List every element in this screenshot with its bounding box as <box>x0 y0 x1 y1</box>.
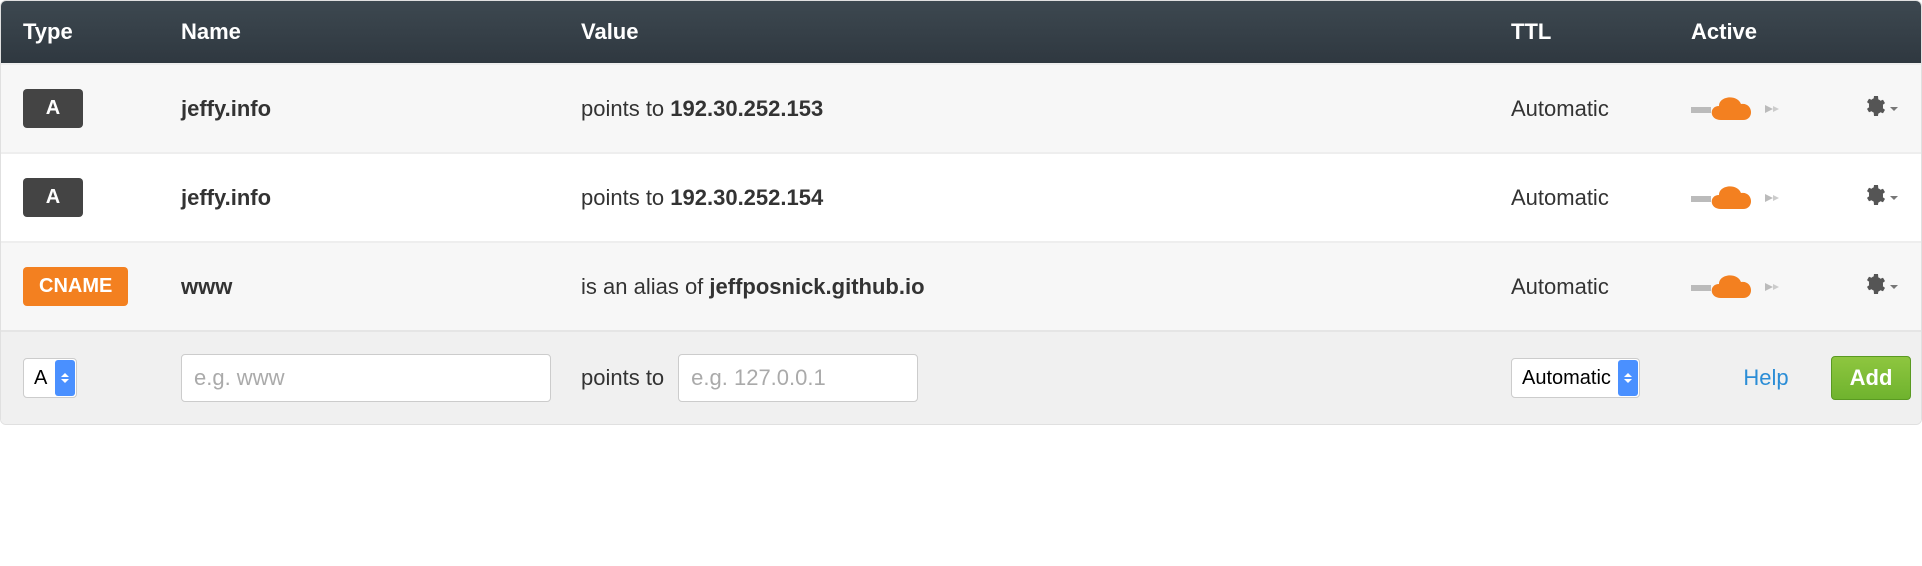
record-type-badge: A <box>23 89 83 128</box>
record-value[interactable]: points to 192.30.252.153 <box>581 96 1511 122</box>
table-row: A jeffy.info points to 192.30.252.153 Au… <box>1 63 1921 152</box>
gear-icon <box>1862 272 1886 302</box>
dropdown-arrows-icon <box>1618 360 1638 396</box>
record-name[interactable]: jeffy.info <box>181 185 581 211</box>
value-prefix-label: points to <box>581 365 664 391</box>
record-name-input[interactable] <box>181 354 551 402</box>
record-type-badge: A <box>23 178 83 217</box>
chevron-down-icon <box>1888 192 1900 204</box>
add-button[interactable]: Add <box>1831 356 1912 400</box>
cloudflare-proxy-icon[interactable] <box>1691 181 1841 215</box>
gear-icon <box>1862 94 1886 124</box>
record-settings-button[interactable] <box>1862 183 1900 213</box>
col-header-ttl: TTL <box>1511 19 1691 45</box>
record-ttl[interactable]: Automatic <box>1511 185 1691 211</box>
value-prefix: is an alias of <box>581 274 709 299</box>
record-name[interactable]: jeffy.info <box>181 96 581 122</box>
help-link[interactable]: Help <box>1743 365 1788 391</box>
cloudflare-proxy-icon[interactable] <box>1691 92 1841 126</box>
value-prefix: points to <box>581 96 670 121</box>
col-header-active: Active <box>1691 19 1841 45</box>
cloudflare-proxy-icon[interactable] <box>1691 270 1841 304</box>
table-row: CNAME www is an alias of jeffposnick.git… <box>1 241 1921 330</box>
add-record-row: A points to Automatic Help Add <box>1 330 1921 424</box>
dropdown-arrows-icon <box>55 360 75 396</box>
dns-records-table: Type Name Value TTL Active A jeffy.info … <box>0 0 1922 425</box>
chevron-down-icon <box>1888 103 1900 115</box>
record-value-input[interactable] <box>678 354 918 402</box>
value-target: jeffposnick.github.io <box>709 274 924 299</box>
gear-icon <box>1862 183 1886 213</box>
col-header-name: Name <box>181 19 581 45</box>
record-settings-button[interactable] <box>1862 272 1900 302</box>
table-header: Type Name Value TTL Active <box>1 1 1921 63</box>
col-header-type: Type <box>1 19 181 45</box>
record-name[interactable]: www <box>181 274 581 300</box>
record-value[interactable]: points to 192.30.252.154 <box>581 185 1511 211</box>
value-target: 192.30.252.154 <box>670 185 823 210</box>
record-type-badge: CNAME <box>23 267 128 306</box>
record-value[interactable]: is an alias of jeffposnick.github.io <box>581 274 1511 300</box>
record-ttl[interactable]: Automatic <box>1511 96 1691 122</box>
col-header-value: Value <box>581 19 1511 45</box>
table-row: A jeffy.info points to 192.30.252.154 Au… <box>1 152 1921 241</box>
record-ttl[interactable]: Automatic <box>1511 274 1691 300</box>
chevron-down-icon <box>1888 281 1900 293</box>
record-settings-button[interactable] <box>1862 94 1900 124</box>
value-target: 192.30.252.153 <box>670 96 823 121</box>
value-prefix: points to <box>581 185 670 210</box>
